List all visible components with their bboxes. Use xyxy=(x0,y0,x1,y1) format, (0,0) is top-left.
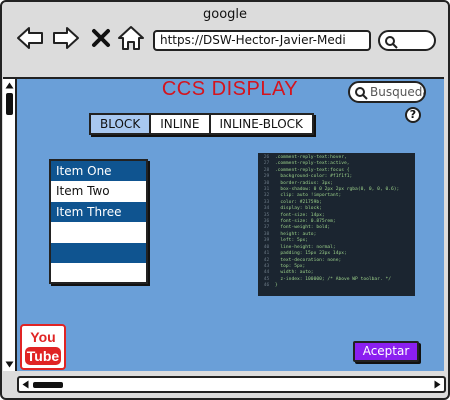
search-placeholder: Busqueda xyxy=(370,85,426,99)
code-screenshot: 26 .comment-reply-text:hover, 27 .commen… xyxy=(258,153,415,296)
search-icon xyxy=(355,87,368,100)
svg-text:You: You xyxy=(30,329,55,345)
back-arrow-icon[interactable] xyxy=(15,24,45,52)
list-item[interactable] xyxy=(51,242,146,263)
horizontal-scrollbar[interactable] xyxy=(17,376,446,393)
home-icon[interactable] xyxy=(116,24,146,52)
list-item[interactable]: Item Two xyxy=(51,181,146,202)
search-icon xyxy=(385,36,398,49)
scroll-up-icon[interactable] xyxy=(5,82,14,89)
browser-title: google xyxy=(202,7,248,22)
scroll-down-icon[interactable] xyxy=(5,361,14,368)
page-title: CCS DISPLAY xyxy=(161,78,299,100)
browser-search-box[interactable] xyxy=(378,30,436,51)
tab-block[interactable]: BLOCK xyxy=(91,115,152,133)
scroll-left-icon[interactable] xyxy=(22,380,29,389)
tab-inline-block[interactable]: INLINE-BLOCK xyxy=(211,115,312,133)
scroll-right-icon[interactable] xyxy=(434,380,441,389)
url-bar[interactable]: https://DSW-Hector-Javier-Medi xyxy=(153,30,371,51)
code-line: 46 } xyxy=(261,283,278,289)
vertical-scrollbar[interactable] xyxy=(3,79,17,371)
item-list: Item One Item Two Item Three xyxy=(49,159,148,284)
tab-inline[interactable]: INLINE xyxy=(151,115,211,133)
list-item[interactable]: Item Three xyxy=(51,201,146,223)
list-item[interactable]: Item One xyxy=(51,161,146,182)
svg-text:Tube: Tube xyxy=(27,348,60,364)
list-item[interactable] xyxy=(51,262,146,282)
horizontal-scroll-thumb[interactable] xyxy=(33,382,63,388)
vertical-scroll-thumb[interactable] xyxy=(6,93,13,115)
display-tabs: BLOCK INLINE INLINE-BLOCK xyxy=(89,113,314,135)
list-item[interactable] xyxy=(51,222,146,243)
help-icon[interactable]: ? xyxy=(405,107,421,123)
close-icon[interactable] xyxy=(89,24,113,52)
code-line: 45 z-index: 100000; /* Above WP toolbar.… xyxy=(261,276,392,282)
accept-button[interactable]: Aceptar xyxy=(353,341,419,362)
forward-arrow-icon[interactable] xyxy=(51,24,81,52)
youtube-logo-icon[interactable]: You Tube xyxy=(20,324,66,370)
search-input[interactable]: Busqueda xyxy=(348,81,426,103)
